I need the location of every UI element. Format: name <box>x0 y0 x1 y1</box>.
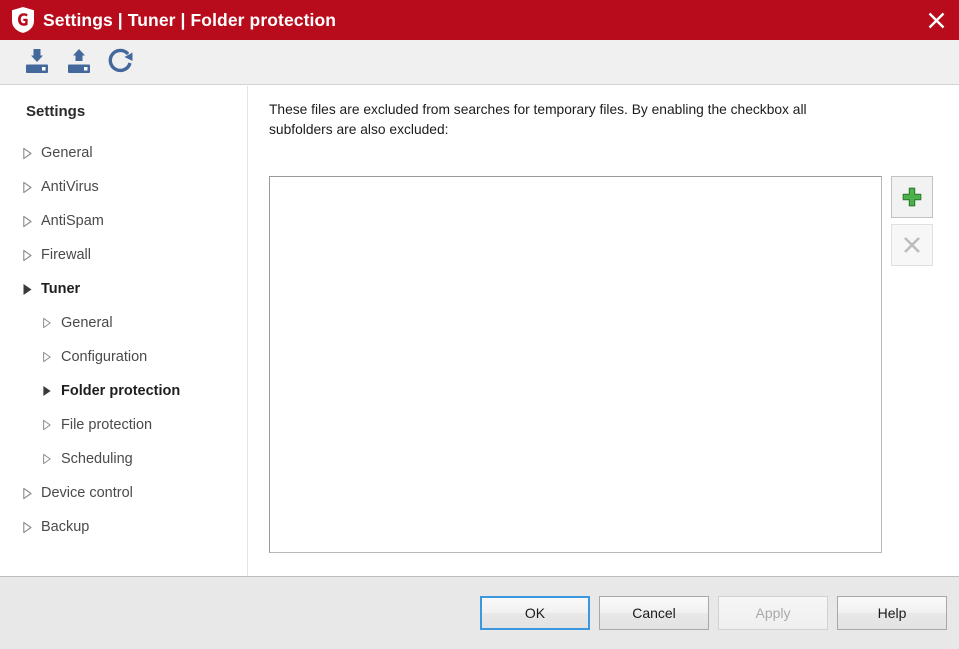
sidebar-item-label: Backup <box>41 519 90 535</box>
sidebar-item-device-control[interactable]: Device control <box>0 476 248 510</box>
sidebar-item-label: General <box>41 145 93 161</box>
help-button[interactable]: Help <box>837 596 947 630</box>
triangle-outline-icon[interactable] <box>22 181 36 194</box>
list-action-buttons <box>891 176 933 272</box>
sidebar-item-configuration[interactable]: Configuration <box>0 340 248 374</box>
close-icon <box>928 12 944 28</box>
triangle-filled-icon[interactable] <box>22 283 36 296</box>
export-settings-button[interactable] <box>60 43 98 81</box>
triangle-outline-icon[interactable] <box>22 487 36 500</box>
sidebar-item-label: Configuration <box>61 349 148 365</box>
sidebar-item-label: Firewall <box>41 247 91 263</box>
cancel-button[interactable]: Cancel <box>599 596 709 630</box>
sidebar-item-general[interactable]: General <box>0 136 248 170</box>
sidebar-item-general[interactable]: General <box>0 306 248 340</box>
sidebar-item-label: Tuner <box>41 281 81 297</box>
sidebar-item-file-protection[interactable]: File protection <box>0 408 248 442</box>
main-panel: These files are excluded from searches f… <box>249 86 959 576</box>
sidebar-item-tuner[interactable]: Tuner <box>0 272 248 306</box>
sidebar-item-antivirus[interactable]: AntiVirus <box>0 170 248 204</box>
sidebar-item-label: AntiSpam <box>41 213 104 229</box>
sidebar-item-label: Scheduling <box>61 451 133 467</box>
footer-button-group: OK Cancel Apply Help <box>480 596 947 630</box>
triangle-outline-icon[interactable] <box>22 521 36 534</box>
sidebar-item-antispam[interactable]: AntiSpam <box>0 204 248 238</box>
triangle-outline-icon[interactable] <box>42 351 56 363</box>
remove-entry-button <box>891 224 933 266</box>
download-to-disk-icon <box>26 49 48 73</box>
upload-from-disk-icon <box>68 49 90 73</box>
close-button[interactable] <box>913 0 959 40</box>
panel-description: These files are excluded from searches f… <box>269 102 807 137</box>
excluded-folders-list[interactable] <box>269 176 882 553</box>
sidebar-item-scheduling[interactable]: Scheduling <box>0 442 248 476</box>
triangle-outline-icon[interactable] <box>42 317 56 329</box>
sidebar-item-firewall[interactable]: Firewall <box>0 238 248 272</box>
gdata-shield-logo <box>12 7 34 33</box>
settings-window: Settings | Tuner | Folder protection Set… <box>0 0 959 649</box>
import-settings-button[interactable] <box>18 43 56 81</box>
sidebar-item-backup[interactable]: Backup <box>0 510 248 544</box>
sidebar-item-label: General <box>61 315 113 331</box>
title-bar: Settings | Tuner | Folder protection <box>0 0 959 40</box>
triangle-outline-icon[interactable] <box>22 147 36 160</box>
reset-settings-button[interactable] <box>102 43 140 81</box>
triangle-filled-icon[interactable] <box>42 385 56 397</box>
triangle-outline-icon[interactable] <box>42 453 56 465</box>
settings-sidebar: Settings General AntiVirus AntiSpam Firewal… <box>0 86 248 576</box>
triangle-outline-icon[interactable] <box>22 249 36 262</box>
window-title: Settings | Tuner | Folder protection <box>43 9 337 30</box>
gray-x-icon <box>904 237 920 253</box>
triangle-outline-icon[interactable] <box>42 419 56 431</box>
sidebar-item-label: File protection <box>61 417 153 433</box>
apply-button: Apply <box>718 596 828 630</box>
reset-circular-arrow-icon <box>108 48 133 73</box>
add-entry-button[interactable] <box>891 176 933 218</box>
toolbar <box>0 40 959 85</box>
ok-button[interactable]: OK <box>480 596 590 630</box>
sidebar-heading: Settings <box>26 103 86 120</box>
triangle-outline-icon[interactable] <box>22 215 36 228</box>
settings-tree: General AntiVirus AntiSpam Firewall Tuner Gen… <box>0 136 248 544</box>
content-area: Settings General AntiVirus AntiSpam Firewal… <box>0 86 959 576</box>
sidebar-item-label: Folder protection <box>61 383 181 399</box>
sidebar-item-folder-protection[interactable]: Folder protection <box>0 374 248 408</box>
sidebar-item-label: Device control <box>41 485 133 501</box>
dialog-footer: OK Cancel Apply Help <box>0 576 959 649</box>
sidebar-item-label: AntiVirus <box>41 179 99 195</box>
green-plus-icon <box>902 187 922 207</box>
